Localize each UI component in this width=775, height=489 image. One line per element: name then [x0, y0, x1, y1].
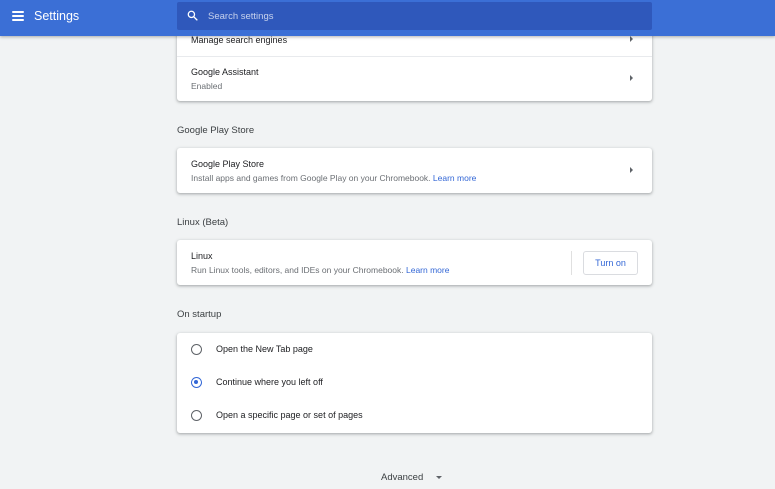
chevron-right-icon	[630, 75, 633, 81]
advanced-label: Advanced	[381, 472, 424, 483]
linux-card: Linux Run Linux tools, editors, and IDEs…	[177, 240, 652, 285]
linux-turn-on-button[interactable]: Turn on	[583, 251, 638, 275]
google-assistant-label: Google Assistant	[191, 67, 259, 77]
linux-row: Linux Run Linux tools, editors, and IDEs…	[177, 240, 652, 285]
play-store-section-title: Google Play Store	[177, 125, 255, 136]
manage-search-engines-label: Manage search engines	[191, 35, 288, 45]
top-app-bar: Settings	[0, 0, 775, 36]
startup-option-continue[interactable]: Continue where you left off	[177, 366, 652, 399]
advanced-toggle[interactable]: Advanced	[381, 472, 442, 483]
radio-label: Open a specific page or set of pages	[216, 410, 363, 420]
radio-button[interactable]	[191, 410, 202, 421]
on-startup-card: Open the New Tab page Continue where you…	[177, 333, 652, 433]
play-store-learn-more-link[interactable]: Learn more	[433, 173, 476, 183]
linux-learn-more-link[interactable]: Learn more	[406, 265, 449, 275]
startup-option-specific-pages[interactable]: Open a specific page or set of pages	[177, 399, 652, 432]
search-icon	[187, 10, 198, 21]
radio-button-selected[interactable]	[191, 377, 202, 388]
radio-label: Continue where you left off	[216, 377, 323, 387]
google-assistant-status: Enabled	[191, 81, 223, 91]
radio-label: Open the New Tab page	[216, 344, 313, 354]
play-store-description-text: Install apps and games from Google Play …	[191, 173, 431, 183]
google-assistant-row[interactable]: Google Assistant Enabled	[177, 57, 652, 101]
linux-description-text: Run Linux tools, editors, and IDEs on yo…	[191, 265, 404, 275]
vertical-separator	[571, 251, 572, 275]
play-store-row[interactable]: Google Play Store Install apps and games…	[177, 148, 652, 193]
linux-section-title: Linux (Beta)	[177, 217, 229, 228]
play-store-card: Google Play Store Install apps and games…	[177, 148, 652, 193]
radio-button[interactable]	[191, 344, 202, 355]
linux-description: Run Linux tools, editors, and IDEs on yo…	[191, 265, 449, 275]
hamburger-menu-icon[interactable]	[12, 11, 24, 21]
play-store-description: Install apps and games from Google Play …	[191, 173, 476, 183]
search-input[interactable]	[208, 7, 638, 25]
search-box[interactable]	[177, 2, 652, 30]
chevron-right-icon	[630, 167, 633, 173]
linux-label: Linux	[191, 251, 213, 261]
chevron-down-icon	[435, 475, 442, 479]
play-store-label: Google Play Store	[191, 159, 265, 169]
startup-option-new-tab[interactable]: Open the New Tab page	[177, 333, 652, 366]
on-startup-section-title: On startup	[177, 309, 222, 320]
chevron-right-icon	[630, 36, 633, 42]
page-title: Settings	[34, 9, 80, 23]
